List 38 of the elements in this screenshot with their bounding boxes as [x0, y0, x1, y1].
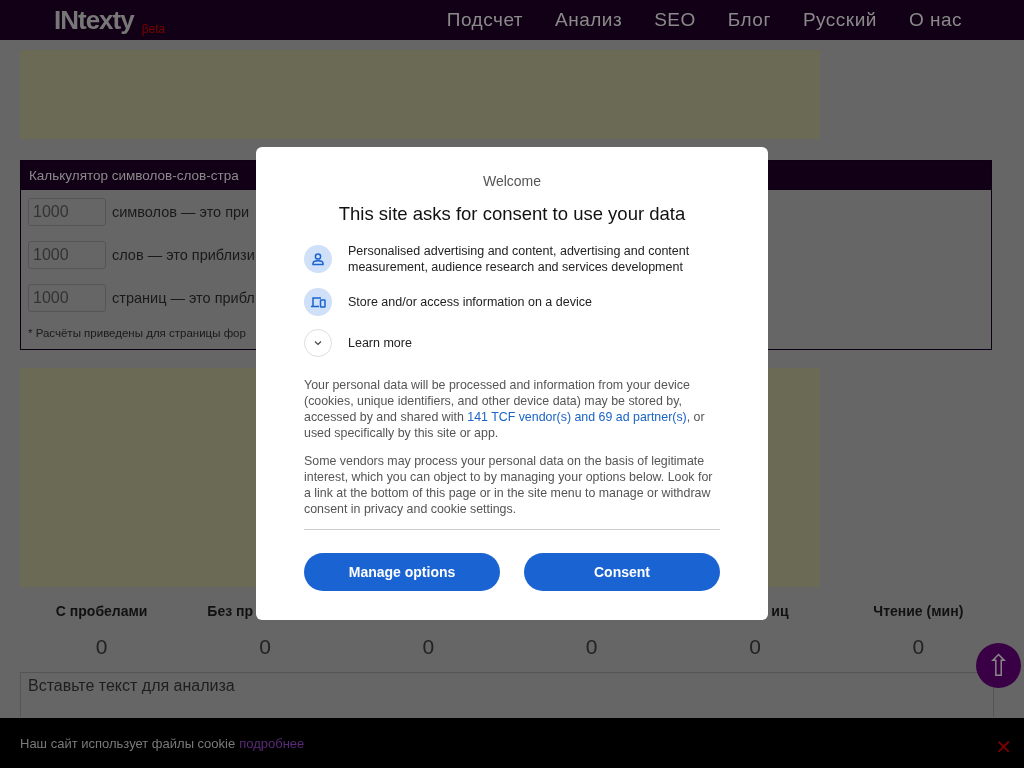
nav-link[interactable]: Блог — [711, 9, 787, 31]
chevron-down-icon[interactable] — [304, 328, 332, 357]
stat-value: 0 — [912, 635, 925, 659]
nav-link[interactable]: Русский — [786, 9, 893, 31]
row-label: страниц — это прибл — [112, 290, 255, 306]
manage-options-button[interactable]: Manage options — [304, 553, 500, 591]
nav-link[interactable]: SEO — [638, 9, 712, 31]
learn-more-link[interactable]: Learn more — [348, 334, 412, 351]
vendors-link[interactable]: 141 TCF vendor(s) and 69 ad partner(s) — [467, 410, 687, 424]
dialog-paragraph: Your personal data will be processed and information from your device (cookies, unique identifiers, and other device data) may be stored by, accessed by and shared with 141 TCF vendor(s) and 69 ad partner(s), or used specifically by this site or app. — [304, 377, 706, 441]
row-label: слов — это приблизи — [112, 247, 255, 263]
consent-button[interactable]: Consent — [524, 553, 720, 591]
stat-label: Без пр — [207, 603, 254, 621]
beta-label: βeta — [141, 22, 166, 36]
text-input[interactable]: Вставьте текст для анализа — [20, 672, 994, 717]
site-logo[interactable]: INtexty — [54, 4, 134, 36]
stat-label: С пробелами — [55, 603, 148, 621]
stat-label: иц — [771, 603, 789, 621]
cookie-notice: Наш сайт использует файлы cookie — [20, 735, 236, 751]
footnote: * Расчёты приведены для страницы фор — [28, 327, 247, 339]
nav-link[interactable]: Подсчет — [430, 9, 540, 31]
stat-value: 0 — [585, 635, 598, 659]
stat-label: Чтение (мин) — [873, 603, 964, 621]
dialog-title: This site asks for consent to use your data — [337, 203, 687, 225]
purpose-text: Store and/or access information on a device — [348, 293, 592, 310]
purpose-text: Personalised advertising and content, advertising and content measurement, audience research and services development — [348, 243, 691, 275]
devices-icon — [304, 287, 332, 316]
stat-value: 0 — [95, 635, 108, 659]
stat-value: 0 — [749, 635, 761, 659]
person-icon — [304, 245, 332, 273]
dialog-subtitle: Welcome — [481, 173, 543, 189]
scroll-top-button[interactable]: ⇧ — [976, 643, 1021, 688]
dialog-paragraph: Some vendors may process your personal data on the basis of legitimate interest, which you can object to by managing your options below. Look for a link at the bottom of this page or in the site menu to manage or withdraw consent in privacy and cookie settings. — [304, 453, 714, 517]
stat-value: 0 — [422, 635, 435, 659]
nav-link[interactable]: О нас — [892, 9, 978, 31]
stat-value: 0 — [259, 635, 271, 659]
row-label: символов — это при — [112, 204, 250, 220]
nav-link[interactable]: Анализ — [539, 9, 639, 31]
